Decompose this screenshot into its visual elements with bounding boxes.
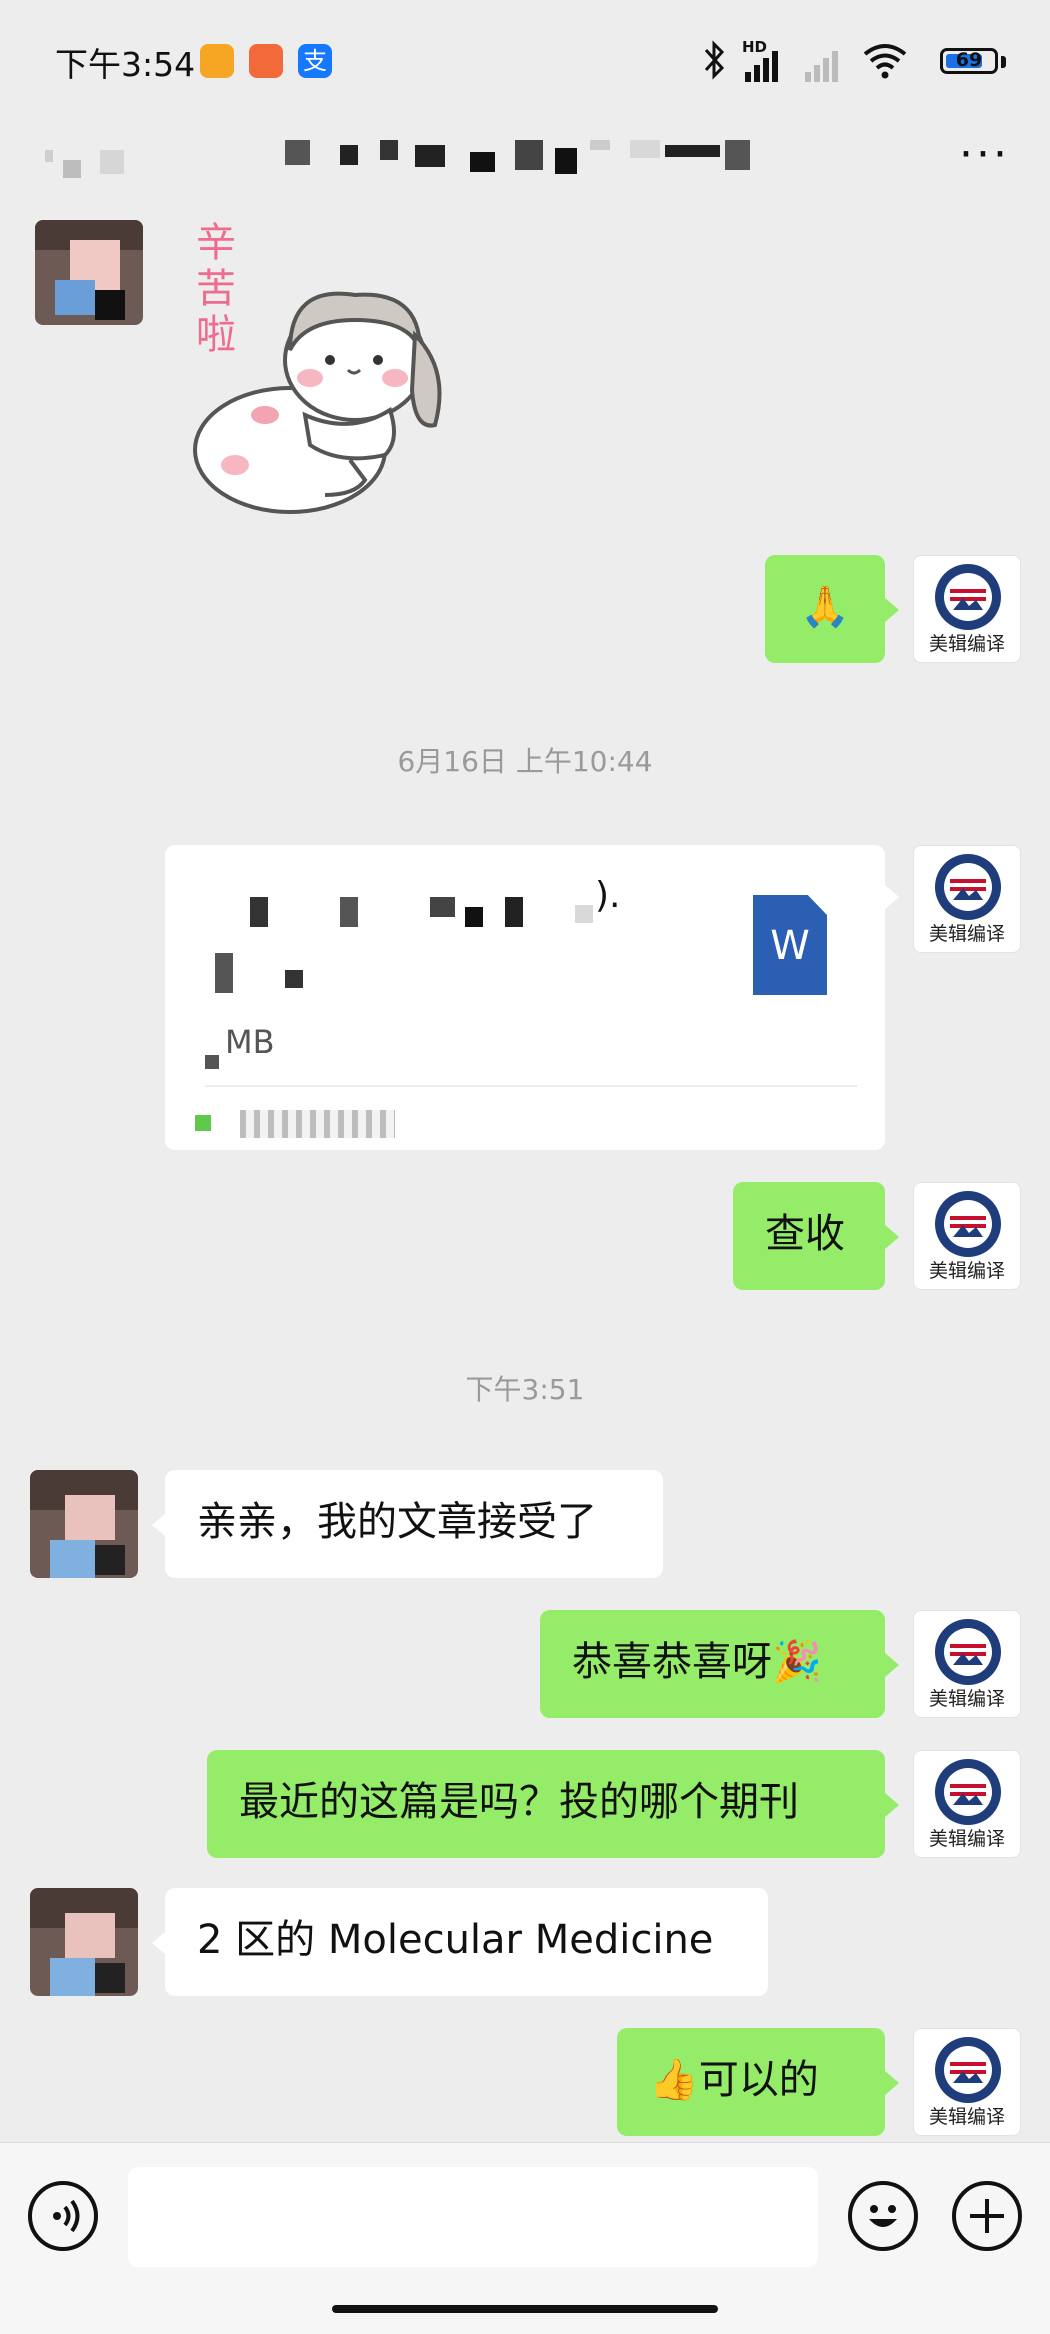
message-bubble-received[interactable]: 亲亲，我的文章接受了: [165, 1470, 663, 1578]
emoji-icon[interactable]: [848, 2181, 918, 2251]
chat-messages: 辛苦啦 🙏 美辑编译 6月16日 上午10:44). MB W 美辑编译 查收…: [0, 220, 1050, 2142]
bubble-tail: [152, 1931, 166, 1955]
timestamp: 6月16日 上午10:44: [397, 745, 653, 778]
message-text: 亲亲，我的文章接受了: [197, 1499, 597, 1545]
file-size: MB: [225, 1023, 275, 1061]
brand-seal-icon: [935, 854, 1001, 920]
brand-seal-icon: [935, 1759, 1001, 1825]
divider: [205, 1085, 857, 1087]
voice-icon[interactable]: [28, 2181, 98, 2251]
brand-seal-icon: [935, 1619, 1001, 1685]
timestamp: 下午3:51: [465, 1373, 585, 1406]
contact-avatar[interactable]: [30, 1470, 138, 1578]
wifi-icon: [863, 44, 907, 79]
word-document-icon: W: [753, 895, 827, 995]
bubble-tail: [885, 1225, 899, 1249]
status-time: 下午3:54: [55, 45, 196, 84]
signal-icon: [745, 51, 838, 82]
message-text: 2 区的 Molecular Medicine: [197, 1917, 714, 1963]
contact-avatar[interactable]: [35, 220, 143, 325]
bunny-sticker-icon: [193, 291, 442, 514]
brand-avatar[interactable]: 美辑编译: [913, 1610, 1021, 1718]
bubble-tail: [885, 1793, 899, 1817]
status-bar: 下午3:54 支 HD 69: [0, 0, 1050, 120]
chat-title: [285, 140, 755, 180]
message-bubble-sent[interactable]: 查收: [733, 1182, 885, 1290]
message-bubble-sent[interactable]: 恭喜恭喜呀🎉: [540, 1610, 885, 1718]
notification-icon-red: [249, 44, 283, 78]
file-name: ).: [595, 875, 621, 916]
bubble-tail: [885, 598, 899, 622]
bubble-tail: [885, 1653, 899, 1677]
message-bubble-received[interactable]: 2 区的 Molecular Medicine: [165, 1888, 768, 1996]
bubble-tail: [885, 2071, 899, 2095]
message-bubble-sent[interactable]: 🙏: [765, 555, 885, 663]
bluetooth-icon: [704, 40, 725, 80]
more-options-button[interactable]: ···: [959, 133, 1010, 177]
brand-avatar[interactable]: 美辑编译: [913, 1750, 1021, 1858]
file-attachment-card[interactable]: ). MB W: [165, 845, 885, 1150]
brand-avatar[interactable]: 美辑编译: [913, 1182, 1021, 1290]
message-bubble-sent[interactable]: 👍可以的: [617, 2028, 885, 2136]
message-text: 最近的这篇是吗？投的哪个期刊: [239, 1779, 799, 1825]
brand-avatar[interactable]: 美辑编译: [913, 845, 1021, 953]
bubble-tail: [885, 885, 899, 909]
contact-avatar[interactable]: [30, 1888, 138, 1996]
brand-avatar[interactable]: 美辑编译: [913, 2028, 1021, 2136]
battery-icon: 69: [940, 48, 998, 74]
back-button[interactable]: [45, 150, 145, 180]
message-text: 🙏: [800, 584, 850, 630]
home-indicator: [332, 2305, 718, 2313]
message-text: 👍可以的: [649, 2057, 819, 2103]
notification-icon-orange: [200, 44, 234, 78]
message-text: 恭喜恭喜呀🎉: [572, 1639, 822, 1685]
message-input[interactable]: [128, 2167, 818, 2267]
brand-seal-icon: [935, 2037, 1001, 2103]
message-bubble-sent[interactable]: 最近的这篇是吗？投的哪个期刊: [207, 1750, 885, 1858]
app-source-icon: [195, 1115, 211, 1131]
brand-avatar[interactable]: 美辑编译: [913, 555, 1021, 663]
plus-icon[interactable]: [952, 2181, 1022, 2251]
battery-tip: [1001, 56, 1006, 68]
bubble-tail: [152, 1513, 166, 1537]
brand-seal-icon: [935, 1191, 1001, 1257]
sticker-message[interactable]: 辛苦啦: [180, 220, 480, 520]
brand-seal-icon: [935, 564, 1001, 630]
message-text: 查收: [765, 1211, 845, 1257]
alipay-icon: 支: [298, 44, 332, 78]
